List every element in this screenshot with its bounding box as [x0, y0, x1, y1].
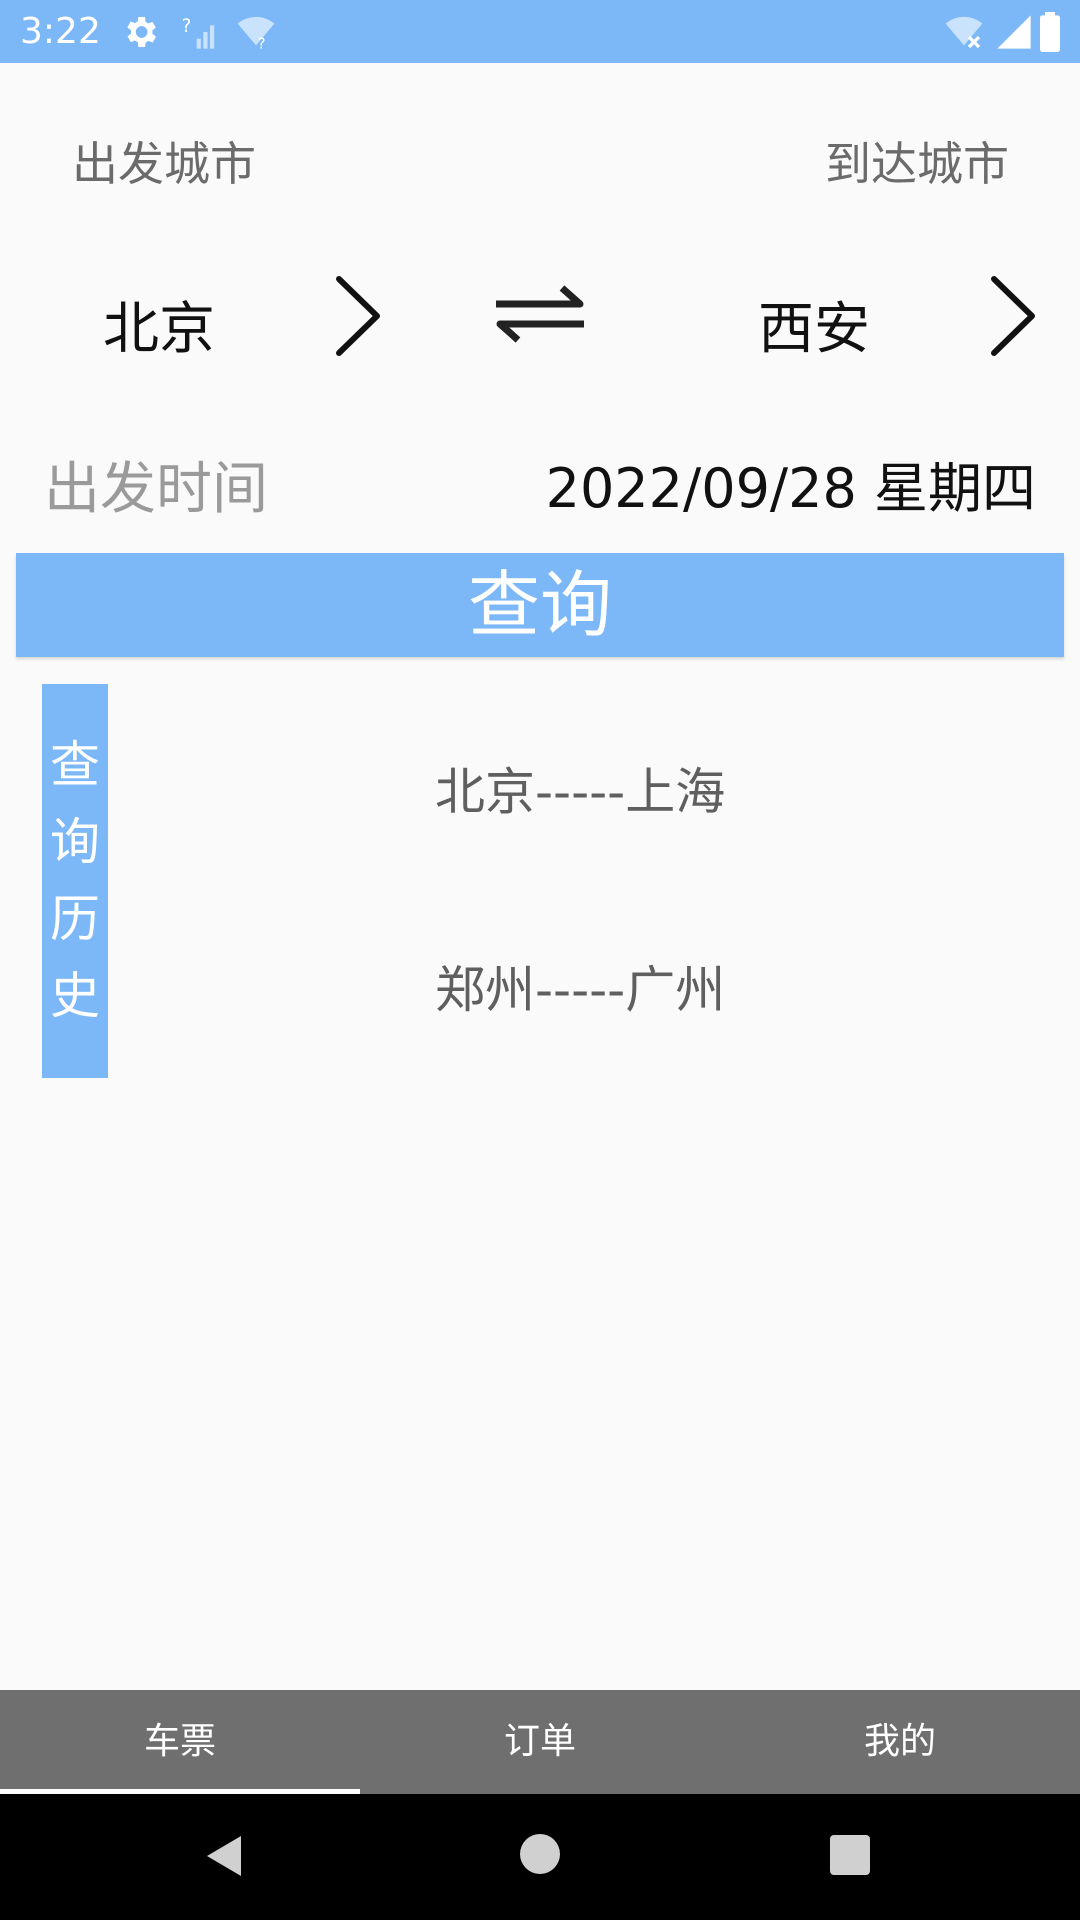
history-tag: 查 询 历 史	[42, 684, 108, 1078]
search-button[interactable]: 查询	[16, 553, 1064, 657]
signal-unknown-icon: ?	[182, 16, 215, 49]
system-nav-bar	[0, 1794, 1080, 1920]
depart-time-label: 出发时间	[44, 457, 268, 522]
tab-orders[interactable]: 订单	[360, 1690, 720, 1794]
cell-signal-icon	[997, 15, 1031, 49]
recent-apps-icon[interactable]	[830, 1835, 870, 1875]
history-item[interactable]: 北京-----上海	[435, 752, 725, 824]
tab-tickets[interactable]: 车票	[0, 1690, 360, 1794]
gear-icon	[127, 17, 156, 47]
bottom-tab-bar: 车票 订单 我的	[0, 1690, 1080, 1794]
chevron-right-icon[interactable]	[988, 273, 1038, 359]
tab-mine[interactable]: 我的	[720, 1690, 1080, 1794]
depart-date-picker[interactable]: 2022/09/28 星期四	[546, 444, 1036, 523]
depart-city-label: 出发城市	[72, 137, 256, 191]
wifi-off-icon	[945, 16, 983, 49]
home-icon[interactable]	[520, 1834, 560, 1874]
history-tag-char: 历	[50, 890, 100, 948]
from-city-selector[interactable]: 北京	[103, 284, 215, 365]
status-time: 3:22	[20, 11, 101, 52]
history-item[interactable]: 郑州-----广州	[435, 950, 725, 1022]
battery-icon	[1040, 12, 1060, 52]
svg-text:?: ?	[258, 35, 266, 52]
history-tag-char: 询	[50, 813, 100, 871]
svg-text:?: ?	[182, 16, 192, 37]
wifi-unknown-icon: ?	[237, 16, 275, 52]
history-tag-char: 查	[50, 736, 100, 794]
arrive-city-label: 到达城市	[825, 137, 1009, 191]
swap-cities-icon[interactable]	[492, 282, 588, 346]
chevron-right-icon[interactable]	[333, 273, 383, 359]
status-bar: 3:22 ? ?	[0, 0, 1080, 63]
to-city-selector[interactable]: 西安	[758, 284, 870, 365]
history-tag-char: 史	[50, 967, 100, 1025]
back-icon[interactable]	[205, 1834, 243, 1878]
